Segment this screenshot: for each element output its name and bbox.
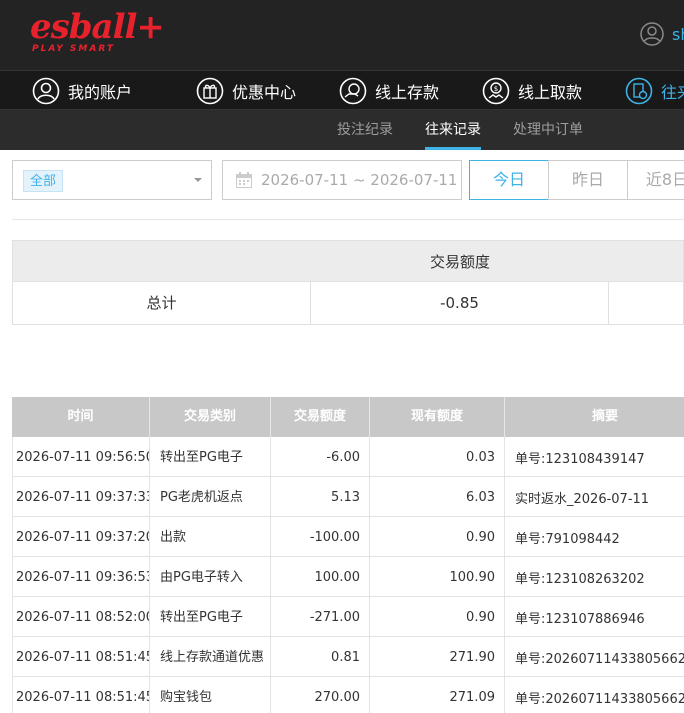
summary-header: 交易额度 [12,240,684,282]
summary-total-value: -0.85 [311,282,609,324]
table-body: 2026-07-11 09:56:50 转出至PG电子 -6.00 0.03 单号:12… [12,437,684,713]
nav-label: 优惠中心 [232,83,297,102]
nav-item-deposit[interactable]: 线上存款 [339,75,439,107]
nav-item-records[interactable]: 往来 [625,75,684,107]
logo-text: esball+ [30,7,165,47]
user-avatar-icon [640,22,664,46]
yesterday-button[interactable]: 昨日 [548,160,628,200]
nav-item-withdraw[interactable]: $ 线上取款 [482,75,582,107]
table-row: 2026-07-11 09:56:50 转出至PG电子 -6.00 0.03 单号:12… [12,437,684,477]
cell-time: 2026-07-11 09:56:50 [12,437,150,477]
user-icon [32,77,60,105]
nav-item-promotions[interactable]: 优惠中心 [196,75,296,107]
nav-label: 我的账户 [68,83,133,102]
cell-summary: 单号:123108439147 [515,451,645,467]
cell-summary: 单号:123107886946 [515,611,645,627]
tab-pending-orders[interactable]: 处理中订单 [513,110,583,150]
records-table: 时间 交易类别 交易额度 现有额度 摘要 2026-07-11 09:56:50… [12,397,684,713]
cell-balance: 0.90 [370,517,505,557]
cell-type: 转出至PG电子 [150,437,271,477]
col-header-type[interactable]: 交易类别 [150,397,271,437]
table-row: 2026-07-11 08:51:45 线上存款通道优惠 0.81 271.90 单号:… [12,637,684,677]
type-select[interactable]: 全部 [12,160,212,200]
tab-bet-records[interactable]: 投注纪录 [337,110,393,150]
cell-time: 2026-07-11 09:36:53 [12,557,150,597]
summary-row: 总计 -0.85 [12,282,684,325]
summary-header-label: 交易额度 [429,253,490,271]
table-row: 2026-07-11 09:37:33 PG老虎机返点 5.13 6.03 实时返水_2… [12,477,684,517]
top-bar: esball+ PLAY SMART sh [0,0,684,70]
divider [12,219,684,220]
type-select-value: 全部 [23,170,64,192]
gift-icon [196,77,224,105]
table-row: 2026-07-11 08:52:00 转出至PG电子 -271.00 0.90 单号:… [12,597,684,637]
table-row: 2026-07-11 08:51:45 购宝钱包 270.00 271.09 单号:20… [12,677,684,713]
cell-summary: 单号:20260711433805662 [515,691,684,707]
cell-amount: -271.00 [271,597,370,637]
col-header-time[interactable]: 时间 [12,397,150,437]
cell-balance: 100.90 [370,557,505,597]
col-header-amount[interactable]: 交易额度 [271,397,370,437]
cell-time: 2026-07-11 09:37:33 [12,477,150,517]
cell-balance: 0.90 [370,597,505,637]
last-8-days-button[interactable]: 近8日 [627,160,684,200]
cell-type: 线上存款通道优惠 [150,637,271,677]
summary-total-label: 总计 [13,282,311,324]
date-range-picker[interactable]: 2026-07-11 ~ 2026-07-11 [222,160,462,200]
table-row: 2026-07-11 09:37:20 出款 -100.00 0.90 单号:79109… [12,517,684,557]
deposit-icon [339,77,367,105]
svg-text:$: $ [494,85,498,93]
cell-amount: -6.00 [271,437,370,477]
logo[interactable]: esball+ PLAY SMART [30,7,165,58]
cell-summary: 实时返水_2026-07-11 [515,491,650,507]
username: sh [672,24,684,44]
cell-balance: 0.03 [370,437,505,477]
main-nav: 我的账户 优惠中心 线上存款 $ 线上取款 往 [0,70,684,110]
cell-amount: 5.13 [271,477,370,517]
tab-transaction-records[interactable]: 往来记录 [425,110,481,150]
nav-item-account[interactable]: 我的账户 [32,75,132,107]
withdraw-icon: $ [482,77,510,105]
user-menu[interactable]: sh [640,20,684,48]
cell-amount: 270.00 [271,677,370,713]
table-header: 时间 交易类别 交易额度 现有额度 摘要 [12,397,684,437]
cell-time: 2026-07-11 08:51:45 [12,677,150,713]
cell-type: 由PG电子转入 [150,557,271,597]
cell-type: PG老虎机返点 [150,477,271,517]
col-header-summary[interactable]: 摘要 [505,397,684,437]
cell-summary: 单号:123108263202 [515,571,645,587]
col-header-balance[interactable]: 现有额度 [370,397,505,437]
cell-amount: 100.00 [271,557,370,597]
cell-type: 购宝钱包 [150,677,271,713]
cell-balance: 271.09 [370,677,505,713]
nav-label: 线上取款 [518,83,583,102]
caret-down-icon [194,178,202,182]
cell-time: 2026-07-11 09:37:20 [12,517,150,557]
cell-time: 2026-07-11 08:51:45 [12,637,150,677]
cell-summary: 单号:791098442 [515,531,620,547]
cell-type: 出款 [150,517,271,557]
sub-nav: 投注纪录 往来记录 处理中订单 [0,110,684,150]
nav-label: 线上存款 [375,83,440,102]
cell-balance: 6.03 [370,477,505,517]
records-icon [625,77,653,105]
cell-balance: 271.90 [370,637,505,677]
cell-amount: -100.00 [271,517,370,557]
table-row: 2026-07-11 09:36:53 由PG电子转入 100.00 100.90 单号… [12,557,684,597]
cell-time: 2026-07-11 08:52:00 [12,597,150,637]
date-range-text: 2026-07-11 ~ 2026-07-11 [261,171,458,189]
calendar-icon [236,172,252,188]
app-root: esball+ PLAY SMART sh 我的账户 [0,0,684,713]
nav-label: 往来 [661,83,684,102]
cell-amount: 0.81 [271,637,370,677]
cell-type: 转出至PG电子 [150,597,271,637]
today-button[interactable]: 今日 [469,160,549,200]
cell-summary: 单号:20260711433805662 [515,651,684,667]
